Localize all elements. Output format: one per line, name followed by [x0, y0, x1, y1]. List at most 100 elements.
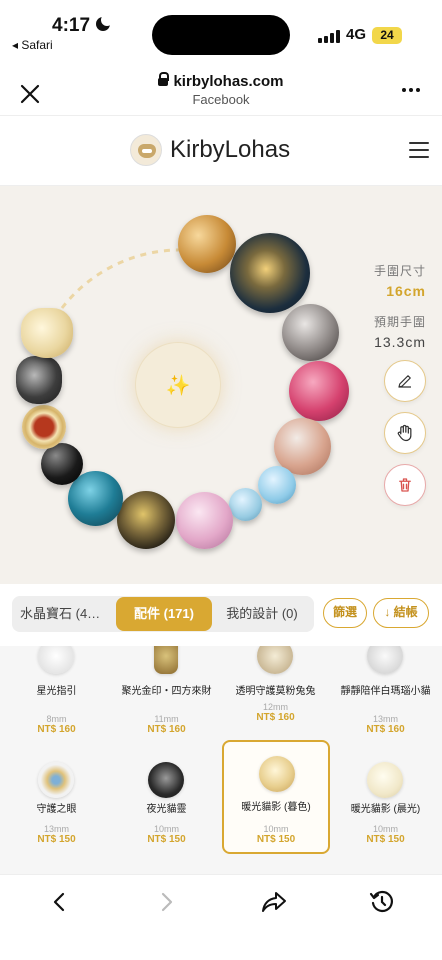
- product-thumb: [154, 646, 178, 674]
- status-time: 4:17: [52, 15, 91, 36]
- share-button[interactable]: [259, 887, 289, 917]
- back-button[interactable]: [44, 887, 74, 917]
- bead-aquamarine-small[interactable]: [229, 488, 262, 521]
- delete-button[interactable]: [384, 464, 426, 506]
- product-price: NT$ 150: [256, 834, 296, 845]
- product-thumb: [259, 756, 295, 792]
- product-name: 守護之眼: [36, 804, 77, 815]
- menu-icon[interactable]: [409, 142, 429, 163]
- brand-link[interactable]: KirbyLohas: [130, 134, 290, 166]
- filter-button[interactable]: 篩選: [323, 598, 367, 628]
- history-button[interactable]: [367, 887, 397, 917]
- product-price: NT$ 150: [366, 834, 405, 845]
- dynamic-island: [152, 15, 290, 55]
- more-icon[interactable]: [402, 88, 420, 92]
- product-name: 聚光金印・四方來財: [121, 686, 212, 697]
- browser-header: kirbylohas.com Facebook: [0, 62, 442, 116]
- product-thumb: [367, 762, 403, 798]
- product-name: 靜靜陪伴白瑪瑙小貓: [340, 686, 431, 697]
- lock-icon: [158, 72, 170, 86]
- wrist-size-value: 16cm: [386, 283, 426, 299]
- expected-size-value: 13.3cm: [374, 334, 426, 350]
- product-size: 10mm: [263, 824, 289, 834]
- bracelet-stage: ✨ 手圍尺寸 16cm 預期手圍 13.3cm: [0, 186, 442, 584]
- bead-obsidian[interactable]: [41, 443, 83, 485]
- product-thumb: [148, 762, 184, 798]
- product-card[interactable]: 星光指引 8mm NT$ 160: [3, 646, 110, 750]
- forward-button[interactable]: [152, 887, 182, 917]
- product-card[interactable]: 暖光貓影 (晨光) 10mm NT$ 150: [332, 742, 439, 854]
- moon-icon: [96, 14, 113, 31]
- bead-golden-cat[interactable]: [21, 308, 73, 358]
- product-thumb: [38, 646, 74, 674]
- product-name: 暖光貓影 (晨光): [350, 804, 421, 815]
- product-card[interactable]: 夜光貓靈 10mm NT$ 150: [113, 742, 220, 854]
- bead-rutilated-quartz[interactable]: [178, 215, 236, 273]
- bead-tiger-eye[interactable]: [117, 491, 175, 549]
- cat-logo-icon: [130, 134, 162, 166]
- product-name: 暖光貓影 (暮色): [241, 802, 311, 813]
- bead-smoky-quartz[interactable]: [282, 304, 339, 361]
- product-price: NT$ 160: [366, 724, 405, 735]
- hand-icon: [397, 424, 412, 442]
- sparkle-icon[interactable]: ✨: [135, 342, 221, 428]
- history-icon: [369, 890, 393, 913]
- bead-black-cat[interactable]: [16, 356, 62, 404]
- browser-subtitle: Facebook: [192, 92, 250, 107]
- product-size: 8mm: [46, 714, 67, 724]
- product-name: 透明守護莫粉兔兔: [235, 686, 316, 697]
- product-card[interactable]: 聚光金印・四方來財 11mm NT$ 160: [113, 646, 220, 750]
- product-price: NT$ 150: [37, 834, 76, 845]
- product-size: 10mm: [372, 824, 398, 834]
- tab-crystal-gems[interactable]: 水晶寶石 (4…: [12, 596, 116, 632]
- share-arrow-icon: [262, 892, 286, 912]
- product-size: 12mm: [262, 702, 288, 712]
- url-text: kirbylohas.com: [173, 73, 284, 90]
- battery-indicator: 24: [372, 27, 402, 44]
- checkout-button[interactable]: ↓ 結帳: [373, 598, 429, 628]
- wrist-size-label: 手圍尺寸: [373, 264, 426, 278]
- trash-icon: [399, 478, 411, 492]
- tab-accessories[interactable]: 配件 (171): [116, 597, 212, 631]
- address-area[interactable]: kirbylohas.com Facebook: [0, 72, 442, 107]
- product-card-selected[interactable]: 暖光貓影 (暮色) 10mm NT$ 150: [222, 740, 330, 854]
- product-thumb: [38, 762, 74, 798]
- signal-icon: [318, 30, 340, 43]
- back-to-app-link[interactable]: ◂ Safari: [12, 38, 53, 52]
- product-name: 星光指引: [36, 686, 77, 697]
- bead-pink-tourmaline[interactable]: [289, 361, 349, 421]
- bead-aquamarine[interactable]: [258, 466, 296, 504]
- product-card[interactable]: 守護之眼 13mm NT$ 150: [3, 742, 110, 854]
- browser-toolbar: [0, 874, 442, 960]
- network-type: 4G: [346, 26, 367, 43]
- status-bar: 4:17 ◂ Safari 4G 24: [0, 0, 442, 62]
- product-size: 10mm: [153, 824, 179, 834]
- product-thumb: [257, 646, 293, 674]
- category-tabs: 水晶寶石 (4… 配件 (171) 我的設計 (0): [12, 596, 314, 632]
- product-size: 13mm: [372, 714, 398, 724]
- site-header: KirbyLohas: [0, 116, 442, 186]
- expected-size-label: 預期手圍: [373, 315, 426, 329]
- size-info: 手圍尺寸 16cm 預期手圍 13.3cm: [374, 262, 426, 350]
- bead-red-gold-charm[interactable]: [22, 405, 66, 449]
- product-card[interactable]: 透明守護莫粉兔兔 12mm NT$ 160: [222, 646, 329, 750]
- product-price: NT$ 160: [256, 712, 295, 723]
- product-price: NT$ 160: [147, 724, 186, 735]
- hand-tool-button[interactable]: [384, 412, 426, 454]
- edit-button[interactable]: [384, 360, 426, 402]
- product-card[interactable]: 靜靜陪伴白瑪瑙小貓 13mm NT$ 160: [332, 646, 439, 750]
- product-name: 夜光貓靈: [146, 804, 187, 815]
- chevron-right-icon: [161, 892, 173, 912]
- category-tabs-bar: 水晶寶石 (4… 配件 (171) 我的設計 (0) 篩選 ↓ 結帳: [0, 584, 442, 646]
- product-size: 13mm: [43, 824, 69, 834]
- product-size: 11mm: [154, 714, 179, 724]
- bead-rose-quartz[interactable]: [176, 492, 233, 549]
- product-price: NT$ 160: [37, 724, 76, 735]
- product-grid: 星光指引 8mm NT$ 160 聚光金印・四方來財 11mm NT$ 160 …: [0, 646, 442, 874]
- brand-name: KirbyLohas: [170, 136, 291, 163]
- tab-my-designs[interactable]: 我的設計 (0): [212, 596, 312, 632]
- product-thumb: [367, 646, 403, 674]
- pencil-icon: [398, 375, 411, 388]
- product-price: NT$ 150: [147, 834, 186, 845]
- bead-blue-tiger-eye[interactable]: [230, 233, 310, 313]
